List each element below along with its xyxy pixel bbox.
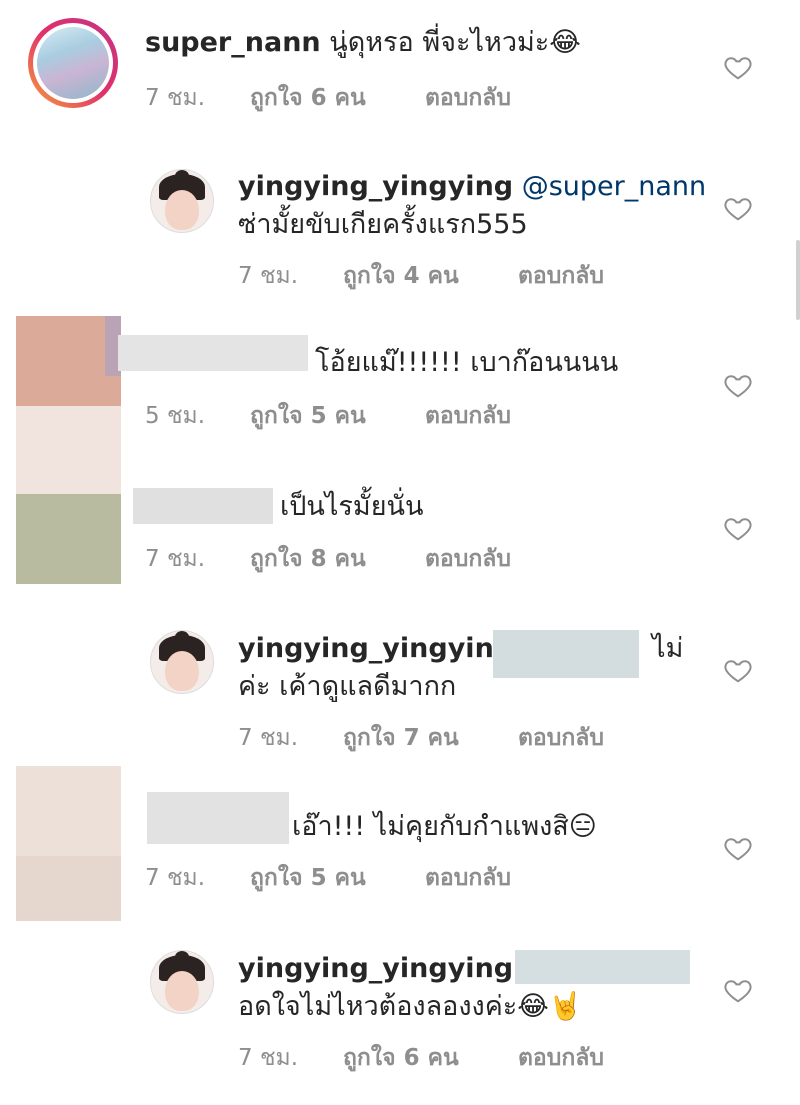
timestamp: 7 ชม. [238, 263, 299, 289]
timestamp: 7 ชม. [145, 865, 206, 891]
heart-outline-icon[interactable] [723, 52, 753, 82]
likes-count[interactable]: ถูกใจ 5 คน [250, 398, 425, 434]
avatar[interactable] [28, 18, 118, 108]
username[interactable]: yingying_yingying [238, 633, 513, 664]
reply-button[interactable]: ตอบกลับ [518, 258, 604, 294]
username[interactable]: yingying_yingying [238, 953, 513, 984]
avatar[interactable] [150, 169, 214, 233]
mention-link[interactable]: @super_nann [522, 171, 706, 202]
reply-button[interactable]: ตอบกลับ [518, 720, 604, 756]
heart-outline-icon[interactable] [723, 655, 753, 685]
comment-meta: 5 ชม. ถูกใจ 5 คน ตอบกลับ [145, 398, 511, 434]
censored-mention [493, 630, 639, 678]
likes-count[interactable]: ถูกใจ 4 คน [343, 258, 518, 294]
comment-meta: 7 ชม. ถูกใจ 5 คน ตอบกลับ [145, 860, 511, 896]
timestamp: 5 ชม. [145, 403, 206, 429]
censored-avatar [16, 766, 121, 856]
reply-button[interactable]: ตอบกลับ [425, 398, 511, 434]
avatar[interactable] [150, 950, 214, 1014]
likes-count[interactable]: ถูกใจ 6 คน [250, 80, 425, 116]
heart-outline-icon[interactable] [723, 370, 753, 400]
timestamp: 7 ชม. [145, 85, 206, 111]
likes-count[interactable]: ถูกใจ 8 คน [250, 541, 425, 577]
censored-username [133, 488, 273, 524]
comment-text: อดใจไม่ไหวต้องลองงค่ะ😂🤘 [238, 991, 583, 1022]
comment-text: เอ๊า!!! ไม่คุยกับกำแพงสิ😑 [292, 811, 597, 842]
comment-meta: 7 ชม. ถูกใจ 4 คน ตอบกลับ [238, 258, 604, 294]
heart-outline-icon[interactable] [723, 513, 753, 543]
avatar[interactable] [150, 630, 214, 694]
comment-text: เป็นไรมั้ยนั่น [280, 491, 424, 522]
scrollbar[interactable] [796, 240, 800, 320]
timestamp: 7 ชม. [145, 546, 206, 572]
heart-outline-icon[interactable] [723, 193, 753, 223]
username[interactable]: super_nann [145, 27, 321, 58]
censored-mention [515, 950, 690, 984]
reply-button[interactable]: ตอบกลับ [425, 541, 511, 577]
comment-text: ไม่ [652, 633, 684, 664]
likes-count[interactable]: ถูกใจ 7 คน [343, 720, 518, 756]
comment-meta: 7 ชม. ถูกใจ 6 คน ตอบกลับ [238, 1040, 604, 1076]
comment-text-continued: ค่ะ เค้าดูแลดีมากก [238, 671, 457, 702]
heart-outline-icon[interactable] [723, 833, 753, 863]
comment-text: นู่ดุหรอ พี่จะไหวม่ะ😂 [329, 27, 581, 58]
reply-button[interactable]: ตอบกลับ [425, 860, 511, 896]
censored-avatar [16, 406, 121, 494]
comment-text: ซ่ามั้ยขับเกียครั้งแรก555 [238, 209, 528, 240]
comment-meta: 7 ชม. ถูกใจ 8 คน ตอบกลับ [145, 541, 511, 577]
timestamp: 7 ชม. [238, 1045, 299, 1071]
reply-button[interactable]: ตอบกลับ [425, 80, 511, 116]
heart-outline-icon[interactable] [723, 975, 753, 1005]
comment-meta: 7 ชม. ถูกใจ 7 คน ตอบกลับ [238, 720, 604, 756]
likes-count[interactable]: ถูกใจ 6 คน [343, 1040, 518, 1076]
censored-username [147, 792, 289, 844]
censored-avatar [16, 856, 121, 921]
likes-count[interactable]: ถูกใจ 5 คน [250, 860, 425, 896]
censored-avatar [16, 494, 121, 584]
username[interactable]: yingying_yingying [238, 171, 513, 202]
timestamp: 7 ชม. [238, 725, 299, 751]
comment-text: โอ้ยแม๊!!!!!! เบาก๊อนนนน [315, 347, 619, 378]
censored-username [118, 335, 308, 371]
reply-button[interactable]: ตอบกลับ [518, 1040, 604, 1076]
comment-meta: 7 ชม. ถูกใจ 6 คน ตอบกลับ [145, 80, 511, 116]
